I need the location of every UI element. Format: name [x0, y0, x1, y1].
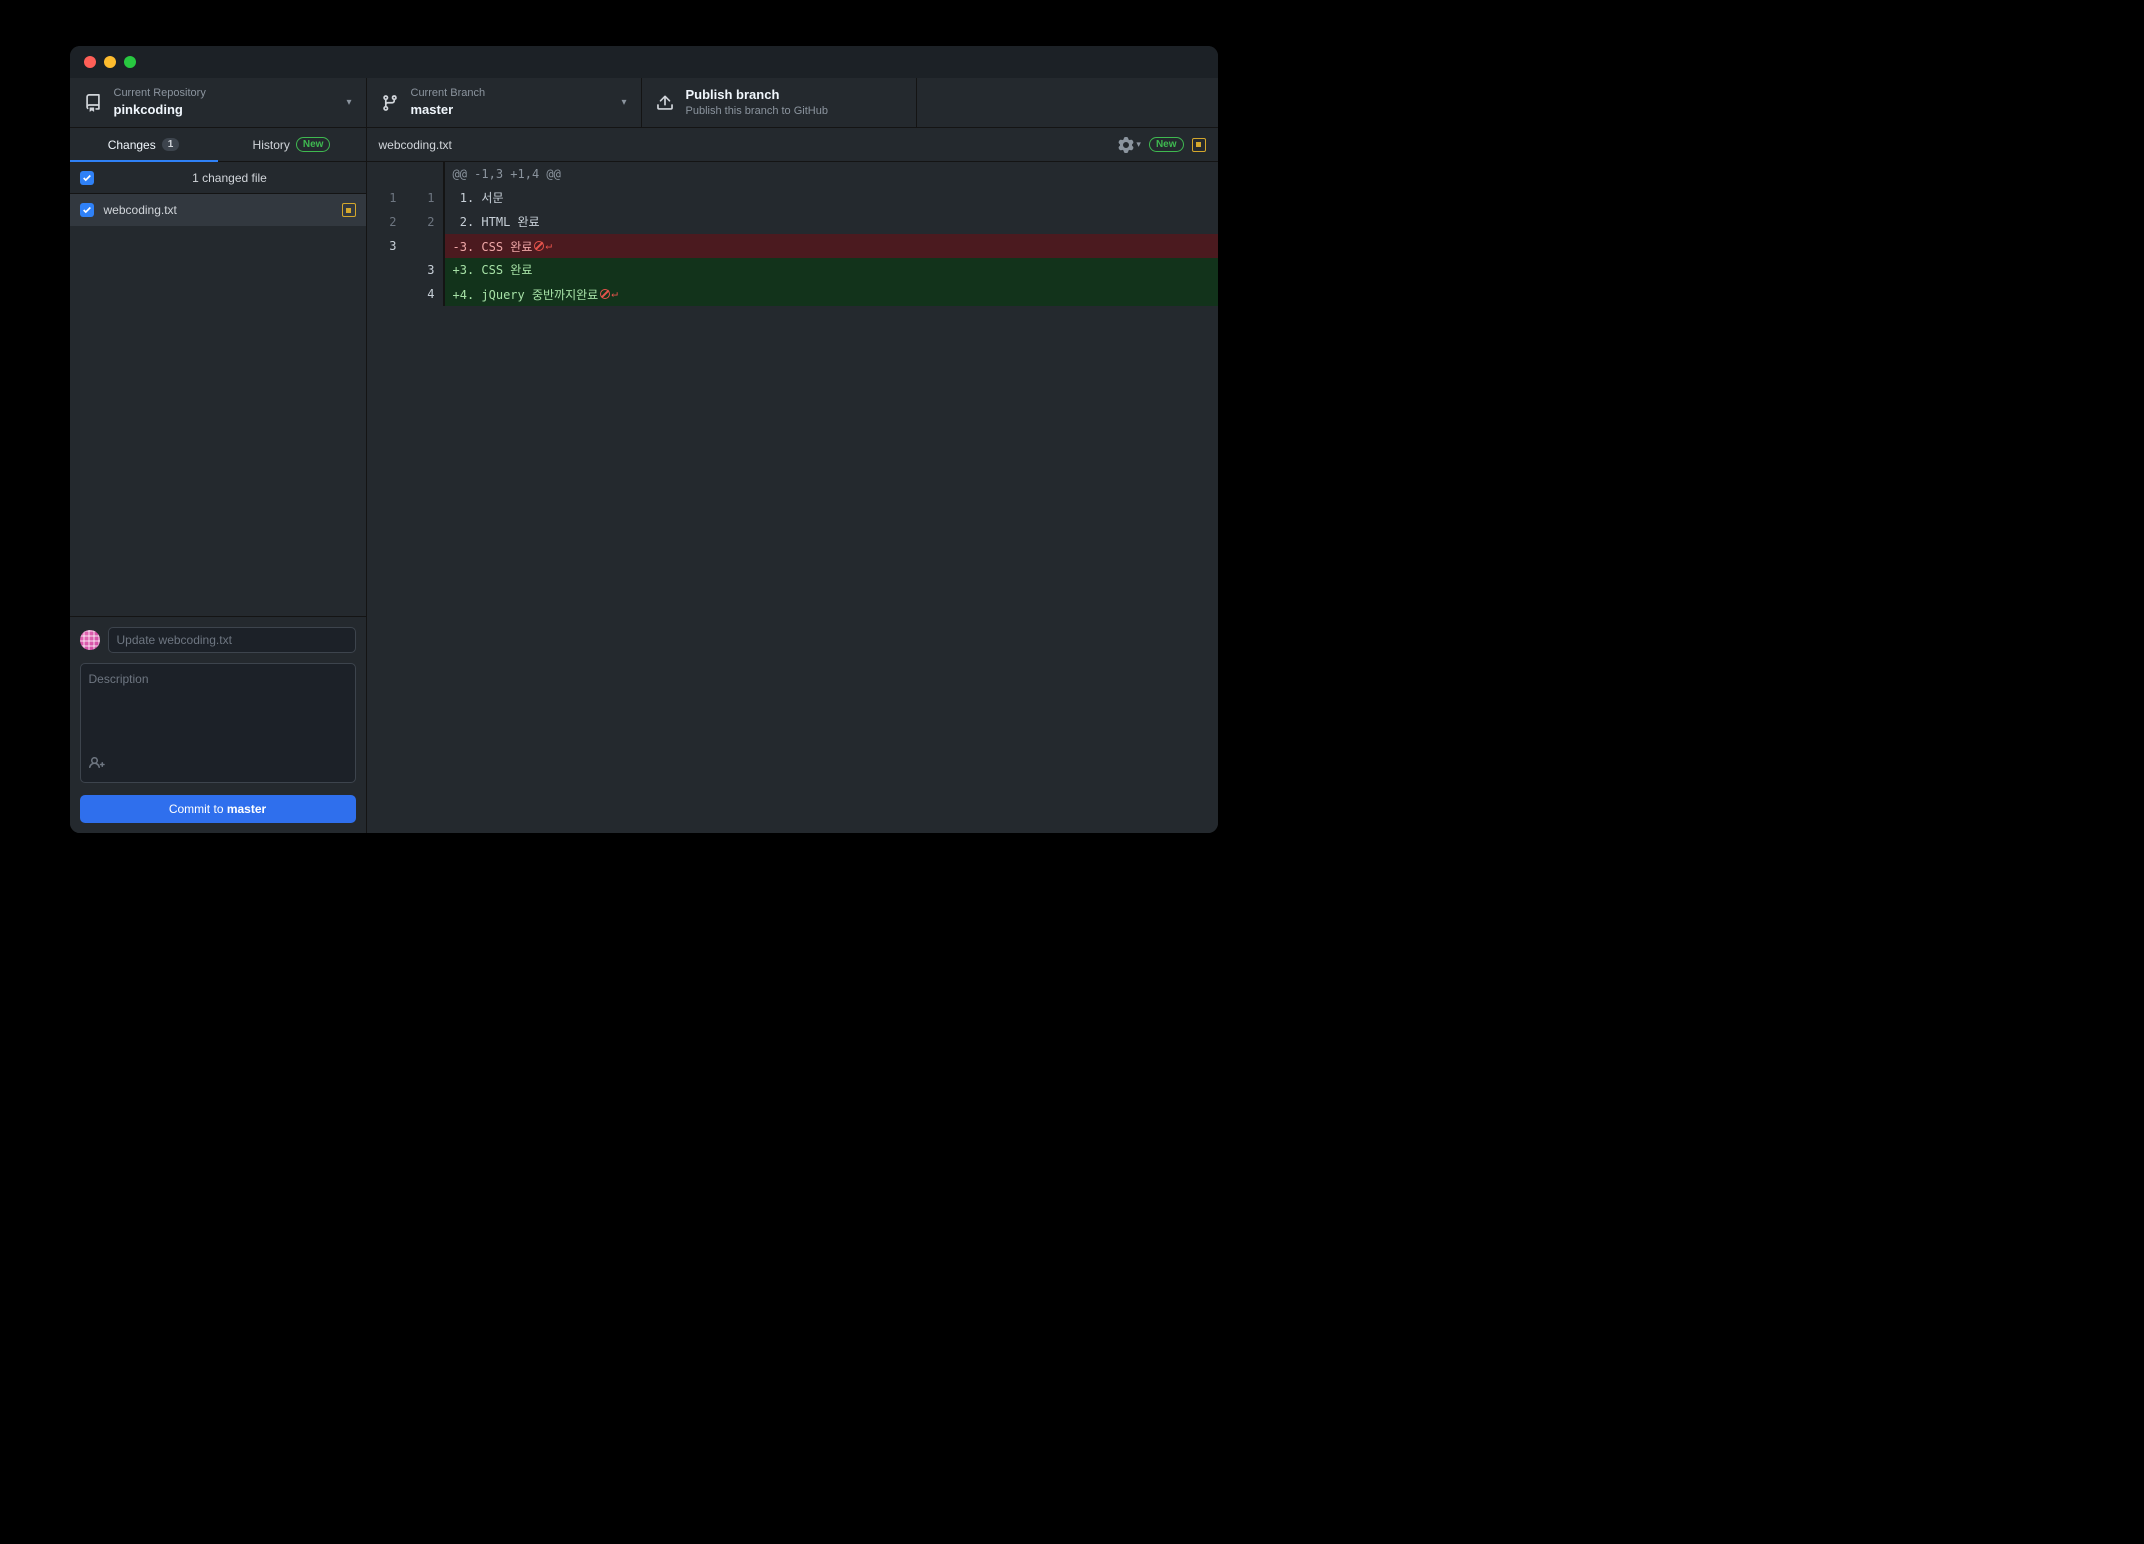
app-window: Current Repository pinkcoding ▾ Current … — [70, 46, 1218, 833]
commit-button-prefix: Commit to — [169, 802, 227, 816]
line-number-old: 3 — [367, 234, 405, 258]
line-number-new: 4 — [405, 282, 443, 306]
repo-selector[interactable]: Current Repository pinkcoding ▾ — [70, 78, 367, 127]
diff-hunk-text: @@ -1,3 +1,4 @@ — [445, 162, 1218, 186]
branch-label: Current Branch — [411, 86, 486, 100]
line-number-old: 1 — [367, 186, 405, 210]
commit-button[interactable]: Commit to master — [80, 795, 356, 823]
diff-hunk-header: @@ -1,3 +1,4 @@ — [367, 162, 1218, 186]
file-item[interactable]: webcoding.txt — [70, 194, 366, 226]
select-all-checkbox[interactable] — [80, 171, 94, 185]
file-list: webcoding.txt — [70, 194, 366, 616]
diff-line-content: +3. CSS 완료 — [445, 258, 1218, 282]
line-number-new: 2 — [405, 210, 443, 234]
check-icon — [82, 205, 92, 215]
toolbar: Current Repository pinkcoding ▾ Current … — [70, 78, 1218, 128]
commit-summary-input[interactable] — [108, 627, 356, 653]
line-number-new: 3 — [405, 258, 443, 282]
diff-line-content: 1. 서문 — [445, 186, 1218, 210]
add-coauthor-icon[interactable] — [89, 755, 347, 774]
diff-settings-button[interactable]: ▾ — [1118, 137, 1141, 153]
changes-header-text: 1 changed file — [104, 171, 356, 185]
tab-changes[interactable]: Changes 1 — [70, 128, 218, 161]
diff-header: webcoding.txt ▾ New — [367, 128, 1218, 162]
window-minimize-button[interactable] — [104, 56, 116, 68]
commit-button-branch: master — [227, 802, 266, 816]
changes-header: 1 changed file — [70, 162, 366, 194]
diff-line[interactable]: 22 2. HTML 완료 — [367, 210, 1218, 234]
line-number-old — [367, 282, 405, 306]
publish-title: Publish branch — [686, 86, 828, 104]
history-new-badge: New — [296, 137, 331, 152]
repo-icon — [84, 94, 102, 112]
diff-line-content: 2. HTML 완료 — [445, 210, 1218, 234]
sidebar-tabs: Changes 1 History New — [70, 128, 366, 162]
diff-line-content: +4. jQuery 중반까지완료↵ — [445, 282, 1218, 306]
file-name: webcoding.txt — [104, 203, 332, 217]
upload-icon — [656, 94, 674, 112]
publish-button[interactable]: Publish branch Publish this branch to Gi… — [642, 78, 917, 127]
tab-history-label: History — [253, 138, 290, 152]
line-number-new — [405, 234, 443, 258]
sidebar: Changes 1 History New 1 changed file — [70, 128, 367, 833]
branch-name: master — [411, 101, 486, 119]
line-number-new: 1 — [405, 186, 443, 210]
description-placeholder: Description — [89, 672, 347, 686]
chevron-down-icon: ▾ — [346, 97, 351, 108]
diff-filename: webcoding.txt — [379, 138, 452, 152]
line-number-old — [367, 258, 405, 282]
diff-line-content: -3. CSS 완료↵ — [445, 234, 1218, 258]
branch-selector[interactable]: Current Branch master ▾ — [367, 78, 642, 127]
line-number-old: 2 — [367, 210, 405, 234]
commit-description-input[interactable]: Description — [80, 663, 356, 783]
window-zoom-button[interactable] — [124, 56, 136, 68]
window-close-button[interactable] — [84, 56, 96, 68]
no-newline-marker-icon: ↵ — [534, 234, 552, 258]
diff-line[interactable]: 11 1. 서문 — [367, 186, 1218, 210]
changes-count-badge: 1 — [162, 138, 180, 151]
tab-history[interactable]: History New — [218, 128, 366, 161]
file-checkbox[interactable] — [80, 203, 94, 217]
diff-new-badge: New — [1149, 137, 1184, 152]
diff-line[interactable]: 3 -3. CSS 완료↵ — [367, 234, 1218, 258]
commit-panel: Description Commit to master — [70, 616, 366, 833]
diff-line[interactable]: 4+4. jQuery 중반까지완료↵ — [367, 282, 1218, 306]
diff-table: @@ -1,3 +1,4 @@ 11 1. 서문22 2. HTML 완료3-3… — [367, 162, 1218, 306]
repo-name: pinkcoding — [114, 101, 206, 119]
diff-modified-icon — [1192, 138, 1206, 152]
toolbar-spacer — [917, 78, 1218, 127]
repo-label: Current Repository — [114, 86, 206, 100]
titlebar — [70, 46, 1218, 78]
no-newline-marker-icon: ↵ — [600, 282, 618, 306]
diff-line[interactable]: 3+3. CSS 완료 — [367, 258, 1218, 282]
gear-icon — [1118, 137, 1134, 153]
git-branch-icon — [381, 94, 399, 112]
publish-subtitle: Publish this branch to GitHub — [686, 104, 828, 118]
avatar — [80, 630, 100, 650]
check-icon — [82, 173, 92, 183]
file-modified-icon — [342, 203, 356, 217]
chevron-down-icon: ▾ — [621, 97, 626, 108]
tab-changes-label: Changes — [108, 138, 156, 152]
diff-panel: webcoding.txt ▾ New @@ -1,3 +1,4 @@ — [367, 128, 1218, 833]
